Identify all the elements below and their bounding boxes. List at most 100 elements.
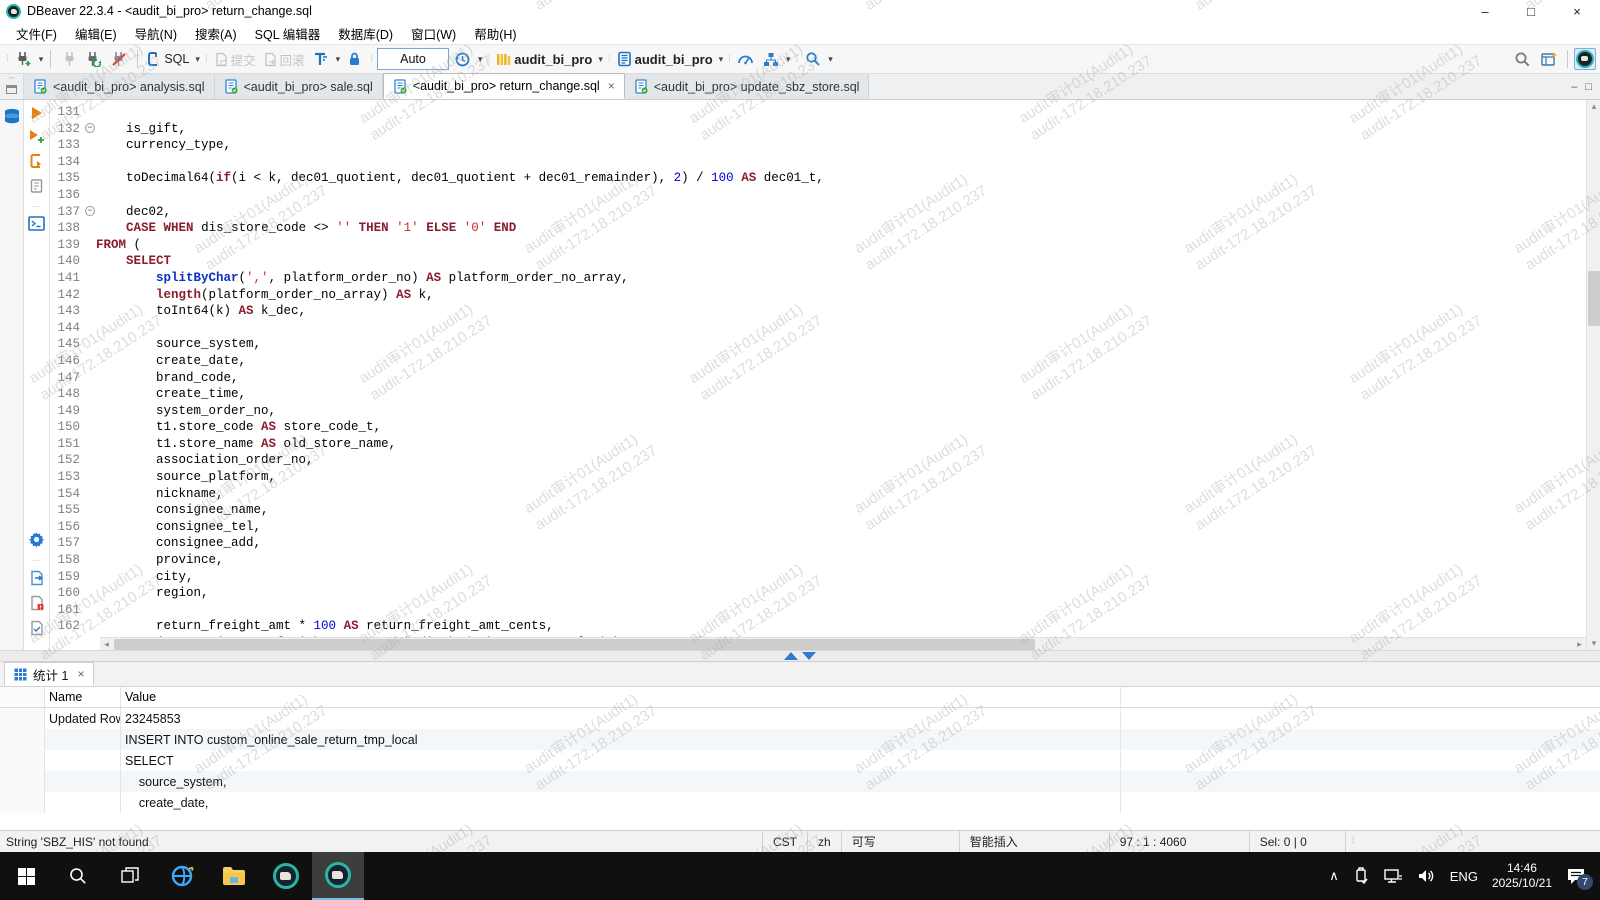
taskbar-search-button[interactable]: [52, 852, 104, 900]
rollback-button[interactable]: 回滚: [261, 47, 307, 71]
query-history-button[interactable]: [452, 47, 474, 71]
code-text: consignee_tel,: [96, 519, 261, 536]
er-diagram-button[interactable]: [760, 47, 782, 71]
execute-new-tab-icon[interactable]: [29, 129, 45, 144]
menu-search[interactable]: 搜索(A): [187, 22, 245, 45]
scroll-up-icon[interactable]: ▴: [1587, 100, 1600, 113]
execute-script-icon[interactable]: [29, 153, 45, 169]
output-log-icon[interactable]: [29, 620, 45, 636]
fold-marker-icon[interactable]: −: [85, 206, 95, 216]
table-row[interactable]: Updated Rows23245853: [0, 708, 1600, 729]
editor-tab[interactable]: <audit_bi_pro> update_sbz_store.sql: [625, 74, 870, 99]
restore-panel-icon[interactable]: [6, 85, 17, 94]
file-explorer-button[interactable]: [208, 852, 260, 900]
menu-edit[interactable]: 编辑(E): [67, 22, 125, 45]
scroll-left-icon[interactable]: ◂: [100, 638, 113, 650]
history-dropdown[interactable]: ▾: [478, 54, 483, 65]
diagram-dropdown[interactable]: ▾: [786, 54, 791, 65]
table-row[interactable]: source_system,: [0, 771, 1600, 792]
table-row[interactable]: INSERT INTO custom_online_sale_return_tm…: [0, 729, 1600, 750]
search-dropdown[interactable]: ▾: [828, 54, 833, 65]
disconnect-button[interactable]: [108, 47, 130, 71]
column-header-value[interactable]: Value: [121, 687, 1121, 707]
explain-plan-icon[interactable]: [29, 178, 44, 194]
column-header-name[interactable]: Name: [45, 687, 121, 707]
notification-center-button[interactable]: 7: [1566, 867, 1586, 885]
dbeaver-perspective-button[interactable]: [1574, 48, 1596, 70]
export-result-icon[interactable]: [29, 570, 45, 586]
minimize-button[interactable]: –: [1462, 0, 1508, 22]
tab-close-icon[interactable]: ×: [608, 79, 615, 93]
scroll-right-icon[interactable]: ▸: [1573, 638, 1586, 650]
fold-marker-icon[interactable]: −: [85, 123, 95, 133]
dbeaver-taskbar-button[interactable]: [260, 852, 312, 900]
statistics-tab[interactable]: 统计 1 ×: [4, 662, 94, 686]
table-row[interactable]: create_date,: [0, 792, 1600, 813]
horizontal-scroll-thumb[interactable]: [114, 639, 1035, 650]
input-language-indicator[interactable]: ENG: [1450, 869, 1478, 884]
usb-device-icon[interactable]: [1353, 867, 1369, 885]
menu-window[interactable]: 窗口(W): [403, 22, 464, 45]
execute-statement-icon[interactable]: [30, 106, 44, 120]
settings-gear-icon[interactable]: [28, 531, 45, 548]
new-connection-button[interactable]: [13, 47, 35, 71]
reconnect-button[interactable]: [83, 47, 105, 71]
connection-selector[interactable]: audit_bi_pro: [494, 47, 594, 71]
editor-area: .... .... 131132− is_gift,133 currency_t…: [0, 100, 1600, 650]
connection-dropdown[interactable]: ▾: [598, 54, 603, 65]
sql-code-editor[interactable]: 131132− is_gift,133 currency_type,134135…: [50, 100, 1586, 637]
transaction-mode-button[interactable]: [310, 47, 332, 71]
taskbar-clock[interactable]: 14:46 2025/10/21: [1492, 861, 1552, 891]
start-button[interactable]: [0, 852, 52, 900]
open-perspective-button[interactable]: [1539, 47, 1561, 71]
editor-tab[interactable]: <audit_bi_pro> sale.sql: [215, 74, 383, 99]
hidden-icons-chevron[interactable]: ∧: [1329, 868, 1339, 884]
commit-button[interactable]: 提交: [212, 47, 258, 71]
sql-editor-dropdown[interactable]: ▾: [195, 54, 200, 65]
line-number: 140: [50, 253, 96, 270]
code-line: 148 create_time,: [50, 386, 1586, 403]
editor-tab[interactable]: <audit_bi_pro> analysis.sql: [24, 74, 215, 99]
search-button[interactable]: [802, 47, 824, 71]
transaction-dropdown[interactable]: ▾: [336, 54, 341, 65]
minimize-editor-icon[interactable]: –: [1571, 81, 1577, 93]
database-navigator-icon[interactable]: [3, 108, 21, 125]
menu-help[interactable]: 帮助(H): [466, 22, 524, 45]
line-number: 153: [50, 469, 96, 486]
terminal-icon[interactable]: [28, 216, 45, 231]
maximize-button[interactable]: □: [1508, 0, 1554, 22]
dbeaver-taskbar-button-active[interactable]: [312, 852, 364, 900]
sql-editor-button[interactable]: SQL: [145, 47, 191, 71]
task-view-button[interactable]: [104, 852, 156, 900]
editor-tab[interactable]: <audit_bi_pro> return_change.sql×: [383, 73, 625, 99]
schema-dropdown[interactable]: ▾: [719, 54, 724, 65]
vertical-scroll-thumb[interactable]: [1588, 271, 1600, 326]
scroll-down-icon[interactable]: ▾: [1587, 637, 1600, 650]
close-button[interactable]: ×: [1554, 0, 1600, 22]
internet-explorer-button[interactable]: [156, 852, 208, 900]
table-row[interactable]: SELECT: [0, 750, 1600, 771]
dbeaver-icon: [273, 863, 299, 889]
menu-database[interactable]: 数据库(D): [330, 22, 401, 45]
restore-panel-arrow-icon[interactable]: [802, 652, 816, 660]
network-icon[interactable]: [1383, 868, 1403, 884]
horizontal-scrollbar[interactable]: ◂ ▸: [100, 637, 1586, 650]
new-connection-dropdown[interactable]: ▾: [39, 54, 44, 65]
connect-button[interactable]: [58, 47, 80, 71]
status-caret-position[interactable]: 97 : 1 : 4060: [1109, 831, 1249, 852]
quick-access-search-button[interactable]: [1511, 47, 1533, 71]
menu-sql-editor[interactable]: SQL 编辑器: [247, 22, 329, 45]
schema-selector[interactable]: audit_bi_pro: [615, 47, 715, 71]
menu-file[interactable]: 文件(F): [8, 22, 65, 45]
maximize-editor-icon[interactable]: □: [1585, 81, 1592, 93]
lock-button[interactable]: [343, 47, 365, 71]
maximize-panel-arrow-icon[interactable]: [784, 652, 798, 660]
vertical-scrollbar[interactable]: ▴ ▾: [1586, 100, 1600, 650]
close-results-icon[interactable]: ×: [77, 667, 84, 681]
menu-navigate[interactable]: 导航(N): [127, 22, 185, 45]
log-error-icon[interactable]: [29, 595, 45, 611]
dashboard-button[interactable]: [735, 47, 757, 71]
commit-mode-combo[interactable]: Auto: [377, 48, 449, 70]
speaker-icon[interactable]: [1417, 868, 1436, 884]
panel-splitter[interactable]: [0, 650, 1600, 662]
